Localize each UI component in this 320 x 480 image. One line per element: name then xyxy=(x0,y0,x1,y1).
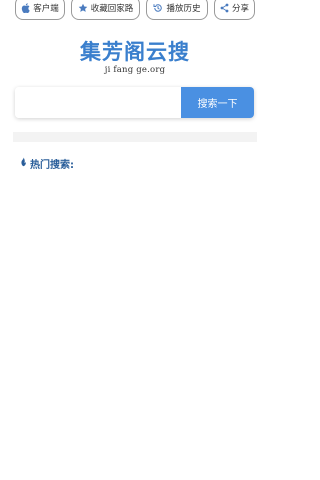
search-input[interactable] xyxy=(15,87,181,118)
page: 客户端 收藏回家路 播放历史 分享 集芳阁云搜 ji fang ge.org 搜… xyxy=(0,0,270,480)
logo-title: 集芳阁云搜 xyxy=(80,39,190,64)
history-button-label: 播放历史 xyxy=(166,4,201,14)
fire-icon xyxy=(19,157,28,170)
search-button[interactable]: 搜索一下 xyxy=(181,87,254,118)
share-icon xyxy=(220,3,229,13)
top-toolbar: 客户端 收藏回家路 播放历史 分享 xyxy=(0,0,270,22)
history-button[interactable]: 播放历史 xyxy=(146,0,208,20)
share-button[interactable]: 分享 xyxy=(214,0,255,20)
star-icon xyxy=(78,3,88,13)
favorite-button[interactable]: 收藏回家路 xyxy=(71,0,140,20)
client-button-label: 客户端 xyxy=(33,4,59,14)
hot-search-label: 热门搜索: xyxy=(30,160,74,171)
section-divider xyxy=(13,132,257,142)
client-button[interactable]: 客户端 xyxy=(15,0,65,20)
search-bar: 搜索一下 xyxy=(15,87,254,118)
hot-search-heading: 热门搜索: xyxy=(19,156,74,171)
apple-icon xyxy=(21,3,30,13)
history-icon xyxy=(153,3,163,13)
favorite-button-label: 收藏回家路 xyxy=(90,4,134,14)
site-logo[interactable]: 集芳阁云搜 ji fang ge.org xyxy=(0,39,270,76)
share-button-label: 分享 xyxy=(231,4,249,14)
logo-subtitle: ji fang ge.org xyxy=(104,65,166,75)
